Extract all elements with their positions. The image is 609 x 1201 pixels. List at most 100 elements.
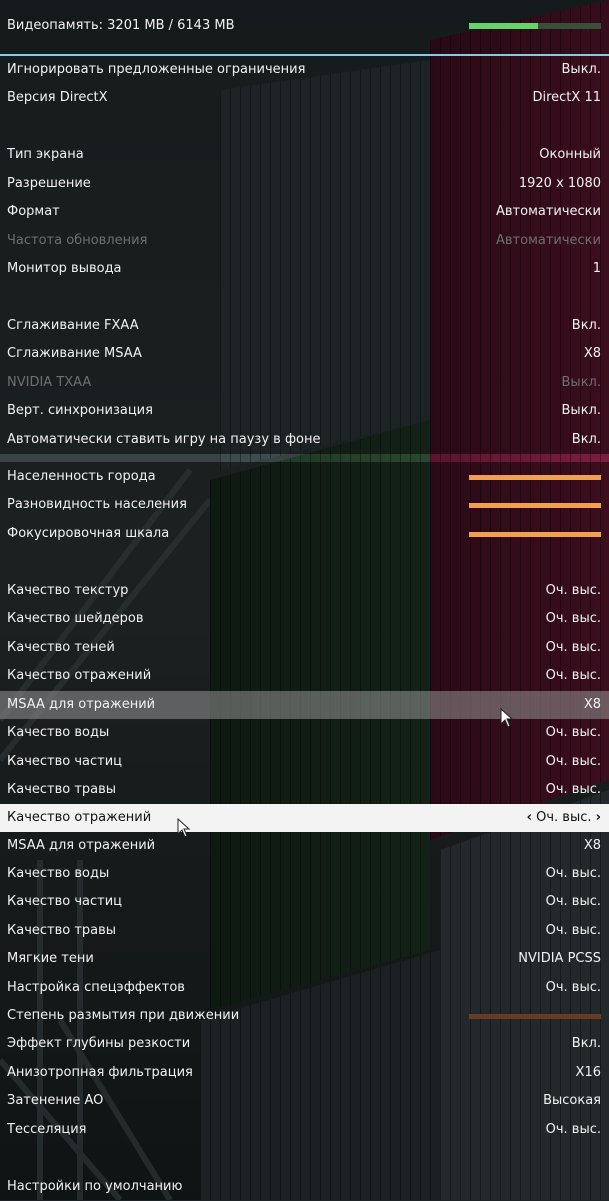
setting-row-msaa[interactable]: Сглаживание MSAA X8 xyxy=(0,340,609,368)
setting-slider[interactable] xyxy=(469,475,601,480)
mouse-cursor-icon xyxy=(177,818,191,838)
setting-label: Версия DirectX xyxy=(7,90,108,105)
setting-row-txaa: NVIDIA TXAA Выкл. xyxy=(0,369,609,397)
setting-label: Эффект глубины резкости xyxy=(7,1036,191,1051)
setting-label: Монитор вывода xyxy=(7,261,122,276)
setting-row-shader-quality[interactable]: Качество шейдеров Оч. выс. xyxy=(0,605,609,633)
setting-value: Оч. выс. xyxy=(545,1122,601,1137)
setting-slider[interactable] xyxy=(469,532,601,537)
setting-value: Выкл. xyxy=(561,375,601,390)
setting-value: DirectX 11 xyxy=(532,90,601,105)
setting-value: Вкл. xyxy=(571,1036,601,1051)
setting-row-texture-quality[interactable]: Качество текстур Оч. выс. xyxy=(0,577,609,605)
setting-row-population-density[interactable]: Населенность города xyxy=(0,463,609,491)
setting-row-shadow-quality[interactable]: Качество теней Оч. выс. xyxy=(0,634,609,662)
setting-value: Оч. выс. xyxy=(545,894,601,909)
setting-label: Качество шейдеров xyxy=(7,611,144,626)
setting-row-post-fx[interactable]: Настройка спецэффектов Оч. выс. xyxy=(0,974,609,1002)
setting-label: Качество воды xyxy=(7,725,110,740)
setting-label: Качество травы xyxy=(7,782,117,797)
setting-label: Настройки по умолчанию xyxy=(7,1179,183,1194)
setting-value: Оч. выс. xyxy=(545,782,601,797)
setting-value: X8 xyxy=(583,838,601,853)
setting-row-anisotropic[interactable]: Анизотропная фильтрация X16 xyxy=(0,1059,609,1087)
setting-row-fxaa[interactable]: Сглаживание FXAA Вкл. xyxy=(0,312,609,340)
setting-slider[interactable] xyxy=(469,503,601,508)
setting-value: Оч. выс. xyxy=(545,725,601,740)
setting-label: Качество отражений xyxy=(7,668,152,683)
vram-usage-fill xyxy=(469,23,538,29)
setting-label: NVIDIA TXAA xyxy=(7,375,92,390)
setting-value: Оч. выс. xyxy=(545,640,601,655)
setting-row-refresh-rate: Частота обновления Автоматически xyxy=(0,227,609,255)
setting-row-motion-blur[interactable]: Степень размытия при движении xyxy=(0,1002,609,1030)
setting-label: Населенность города xyxy=(7,469,156,484)
setting-row-population-variety[interactable]: Разновидность населения xyxy=(0,491,609,519)
setting-value: Оконный xyxy=(539,147,601,162)
setting-row-particle-quality[interactable]: Качество частиц Оч. выс. xyxy=(0,748,609,776)
setting-value: Оч. выс. xyxy=(545,611,601,626)
setting-row-reflection-quality-selected[interactable]: Качество отражений ‹ Оч. выс. › xyxy=(0,804,609,832)
setting-value: Оч. выс. xyxy=(545,583,601,598)
setting-label: Качество отражений xyxy=(7,810,152,825)
chevron-left-icon[interactable]: ‹ xyxy=(527,810,532,825)
setting-value: Высокая xyxy=(543,1093,601,1108)
setting-label: Анизотропная фильтрация xyxy=(7,1065,193,1080)
setting-value: Оч. выс. xyxy=(545,668,601,683)
setting-value: X8 xyxy=(583,697,601,712)
setting-value: Вкл. xyxy=(571,432,601,447)
setting-value: Оч. выс. xyxy=(536,810,592,825)
setting-value: Оч. выс. xyxy=(545,754,601,769)
setting-row-grass-quality[interactable]: Качество травы Оч. выс. xyxy=(0,917,609,945)
setting-value: X16 xyxy=(575,1065,601,1080)
setting-row-directx[interactable]: Версия DirectX DirectX 11 xyxy=(0,84,609,112)
setting-row-reflection-msaa[interactable]: MSAA для отражений X8 xyxy=(0,691,609,719)
setting-row-aspect-ratio[interactable]: Формат Автоматически xyxy=(0,198,609,226)
setting-row-screen-type[interactable]: Тип экрана Оконный xyxy=(0,141,609,169)
setting-label: Затенение AO xyxy=(7,1093,104,1108)
setting-label: Сглаживание MSAA xyxy=(7,346,142,361)
setting-row-water-quality[interactable]: Качество воды Оч. выс. xyxy=(0,860,609,888)
setting-value: X8 xyxy=(583,346,601,361)
setting-label: Качество воды xyxy=(7,866,110,881)
setting-label: Частота обновления xyxy=(7,233,148,248)
setting-row-distance-scaling[interactable]: Фокусировочная шкала xyxy=(0,520,609,548)
setting-value: 1 xyxy=(592,261,601,276)
setting-label: Качество текстур xyxy=(7,583,129,598)
setting-row-particle-quality[interactable]: Качество частиц Оч. выс. xyxy=(0,888,609,916)
setting-row-resolution[interactable]: Разрешение 1920 x 1080 xyxy=(0,170,609,198)
setting-row-vsync[interactable]: Верт. синхронизация Выкл. xyxy=(0,397,609,425)
setting-row-ambient-occlusion[interactable]: Затенение AO Высокая xyxy=(0,1087,609,1115)
setting-row-water-quality[interactable]: Качество воды Оч. выс. xyxy=(0,719,609,747)
vram-label: Видеопамять: 3201 MB / 6143 MB xyxy=(7,18,235,33)
setting-row-ignore-limits[interactable]: Игнорировать предложенные ограничения Вы… xyxy=(0,56,609,84)
setting-row-grass-quality[interactable]: Качество травы Оч. выс. xyxy=(0,776,609,804)
setting-label: Мягкие тени xyxy=(7,951,94,966)
setting-value: Выкл. xyxy=(561,62,601,77)
setting-value: Автоматически xyxy=(495,233,601,248)
setting-row-tessellation[interactable]: Тесселяция Оч. выс. xyxy=(0,1116,609,1144)
setting-row-pause-background[interactable]: Автоматически ставить игру на паузу в фо… xyxy=(0,426,609,454)
setting-row-soft-shadows[interactable]: Мягкие тени NVIDIA PCSS xyxy=(0,945,609,973)
setting-slider[interactable] xyxy=(469,1014,601,1019)
mouse-cursor-icon xyxy=(500,708,514,728)
setting-label: MSAA для отражений xyxy=(7,838,156,853)
setting-label: Тип экрана xyxy=(7,147,84,162)
setting-value: Оч. выс. xyxy=(545,980,601,995)
setting-value: Вкл. xyxy=(571,318,601,333)
setting-label: Разрешение xyxy=(7,176,91,191)
restore-defaults-button[interactable]: Настройки по умолчанию xyxy=(0,1173,609,1201)
setting-row-depth-of-field[interactable]: Эффект глубины резкости Вкл. xyxy=(0,1030,609,1058)
chevron-right-icon[interactable]: › xyxy=(596,810,601,825)
setting-row-output-monitor[interactable]: Монитор вывода 1 xyxy=(0,255,609,283)
setting-value: NVIDIA PCSS xyxy=(518,951,601,966)
setting-label: Верт. синхронизация xyxy=(7,403,153,418)
setting-label: Тесселяция xyxy=(7,1122,87,1137)
setting-value: Выкл. xyxy=(561,403,601,418)
setting-row-reflection-quality[interactable]: Качество отражений Оч. выс. xyxy=(0,662,609,690)
setting-row-reflection-msaa[interactable]: MSAA для отражений X8 xyxy=(0,832,609,860)
setting-label: Настройка спецэффектов xyxy=(7,980,185,995)
setting-value: 1920 x 1080 xyxy=(518,176,601,191)
setting-value: Оч. выс. xyxy=(545,923,601,938)
setting-label: Качество теней xyxy=(7,640,115,655)
